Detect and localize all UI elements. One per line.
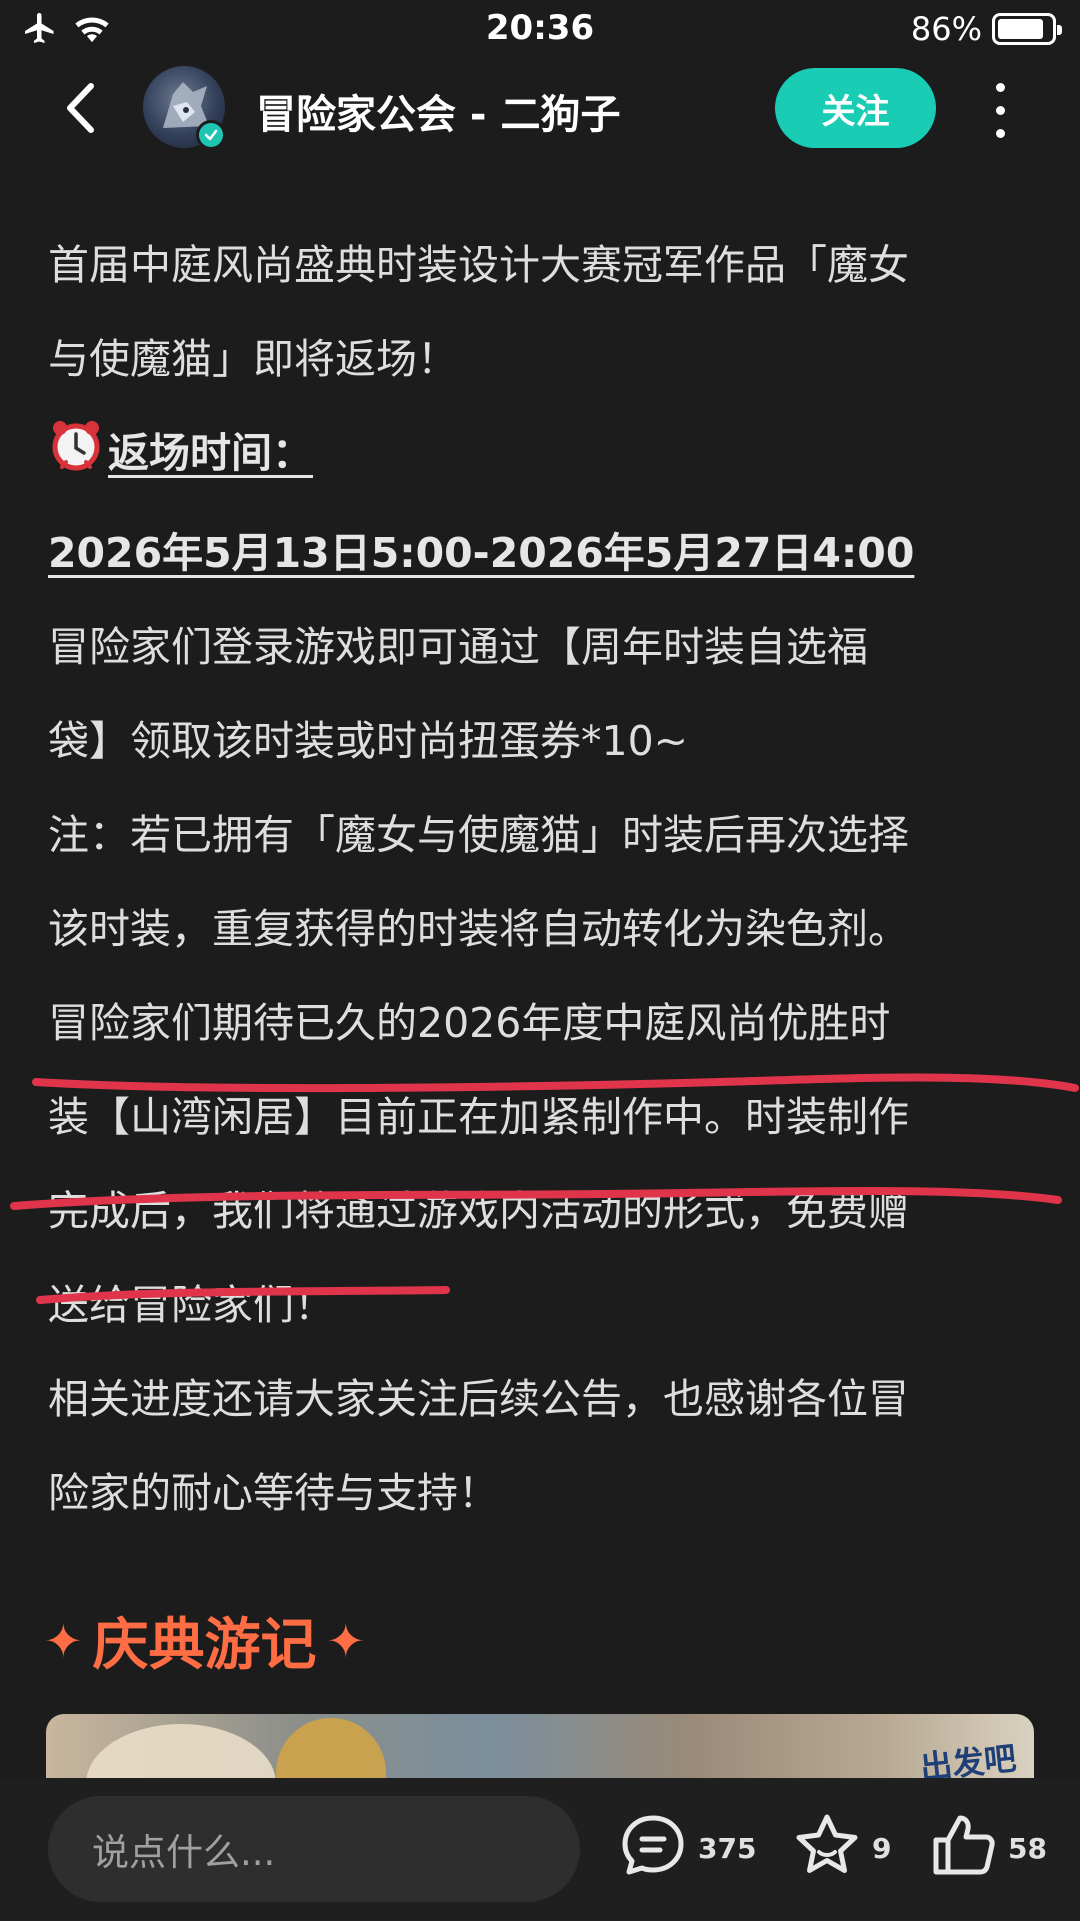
more-options-button[interactable] xyxy=(980,78,1020,142)
favorite-button[interactable]: 9 xyxy=(792,1808,891,1888)
comment-count: 375 xyxy=(698,1831,757,1865)
comment-bubble-icon xyxy=(618,1810,688,1887)
battery-icon xyxy=(992,13,1062,45)
sparkle-icon: ✦ xyxy=(44,1613,83,1668)
battery-cap xyxy=(1057,25,1062,35)
bottom-action-bar: 说点什么... 375 9 58 xyxy=(0,1778,1080,1921)
date-range: 2026年5月13日5:00-2026年5月27日4:00 xyxy=(48,529,915,577)
paragraph-closing: 相关进度还请大家关注后续公告，也感谢各位冒 险家的耐心等待与支持！ xyxy=(48,1352,1038,1540)
text-line: 完成后，我们将通过游戏内活动的形式，免费赠 xyxy=(48,1187,909,1235)
text-line: 首届中庭风尚盛典时装设计大赛冠军作品「魔女 xyxy=(48,241,909,289)
back-button[interactable] xyxy=(50,78,110,142)
thumbs-up-icon xyxy=(928,1810,998,1887)
back-chevron-icon xyxy=(63,82,97,138)
paragraph-claim: 冒险家们登录游戏即可通过【周年时装自选福 袋】领取该时装或时尚扭蛋券*10~ xyxy=(48,600,1038,788)
text-line: 相关进度还请大家关注后续公告，也感谢各位冒 xyxy=(48,1375,909,1423)
favorite-count: 9 xyxy=(872,1831,892,1865)
sparkle-icon: ✦ xyxy=(326,1613,366,1668)
battery-percent: 86% xyxy=(910,10,982,48)
text-line: 注：若已拥有「魔女与使魔猫」时装后再次选择 xyxy=(48,811,909,859)
text-line: 与使魔猫」即将返场！ xyxy=(48,335,458,383)
section-title: ✦ 庆典游记 ✦ xyxy=(44,1600,365,1681)
text-line: 险家的耐心等待与支持！ xyxy=(48,1469,499,1517)
text-line: 送给冒险家们！ xyxy=(48,1281,335,1329)
more-dots-icon xyxy=(995,105,1005,115)
section-title-text: 庆典游记 xyxy=(92,1613,317,1678)
post-body: 首届中庭风尚盛典时装设计大赛冠军作品「魔女 与使魔猫」即将返场！ 返场时间： 2… xyxy=(48,218,1038,1540)
author-name[interactable]: 冒险家公会 - 二狗子 xyxy=(256,82,620,140)
like-button[interactable]: 58 xyxy=(928,1808,1047,1888)
text-line: 冒险家们期待已久的2026年度中庭风尚优胜时 xyxy=(48,999,891,1047)
comment-button[interactable]: 375 xyxy=(618,1808,756,1888)
follow-button[interactable]: 关注 xyxy=(775,68,936,148)
status-bar: 20:36 86% xyxy=(0,0,1080,60)
battery-fill xyxy=(998,19,1043,39)
paragraph-return-time-label: 返场时间： xyxy=(48,406,1038,506)
status-right: 86% xyxy=(910,10,1062,48)
comment-input[interactable]: 说点什么... xyxy=(48,1796,580,1902)
text-line: 装【山湾闲居】目前正在加紧制作中。时装制作 xyxy=(48,1093,909,1141)
verified-badge-icon xyxy=(196,120,226,150)
star-icon xyxy=(792,1810,862,1887)
like-count: 58 xyxy=(1008,1831,1047,1865)
text-line: 袋】领取该时装或时尚扭蛋券*10~ xyxy=(48,717,689,765)
text-line: 该时装，重复获得的时装将自动转化为染色剂。 xyxy=(48,905,909,953)
paragraph-date-range: 2026年5月13日5:00-2026年5月27日4:00 xyxy=(48,506,1038,600)
return-time-label: 返场时间： xyxy=(108,429,313,477)
alarm-clock-icon xyxy=(48,412,104,506)
paragraph-winner-costume: 冒险家们期待已久的2026年度中庭风尚优胜时 装【山湾闲居】目前正在加紧制作中。… xyxy=(48,976,1038,1352)
more-dots-icon xyxy=(995,128,1005,138)
paragraph-note: 注：若已拥有「魔女与使魔猫」时装后再次选择 该时装，重复获得的时装将自动转化为染… xyxy=(48,788,1038,976)
post-header: 冒险家公会 - 二狗子 关注 xyxy=(0,60,1080,160)
text-line: 冒险家们登录游戏即可通过【周年时装自选福 xyxy=(48,623,868,671)
paragraph-intro: 首届中庭风尚盛典时装设计大赛冠军作品「魔女 与使魔猫」即将返场！ xyxy=(48,218,1038,406)
more-dots-icon xyxy=(995,82,1005,92)
